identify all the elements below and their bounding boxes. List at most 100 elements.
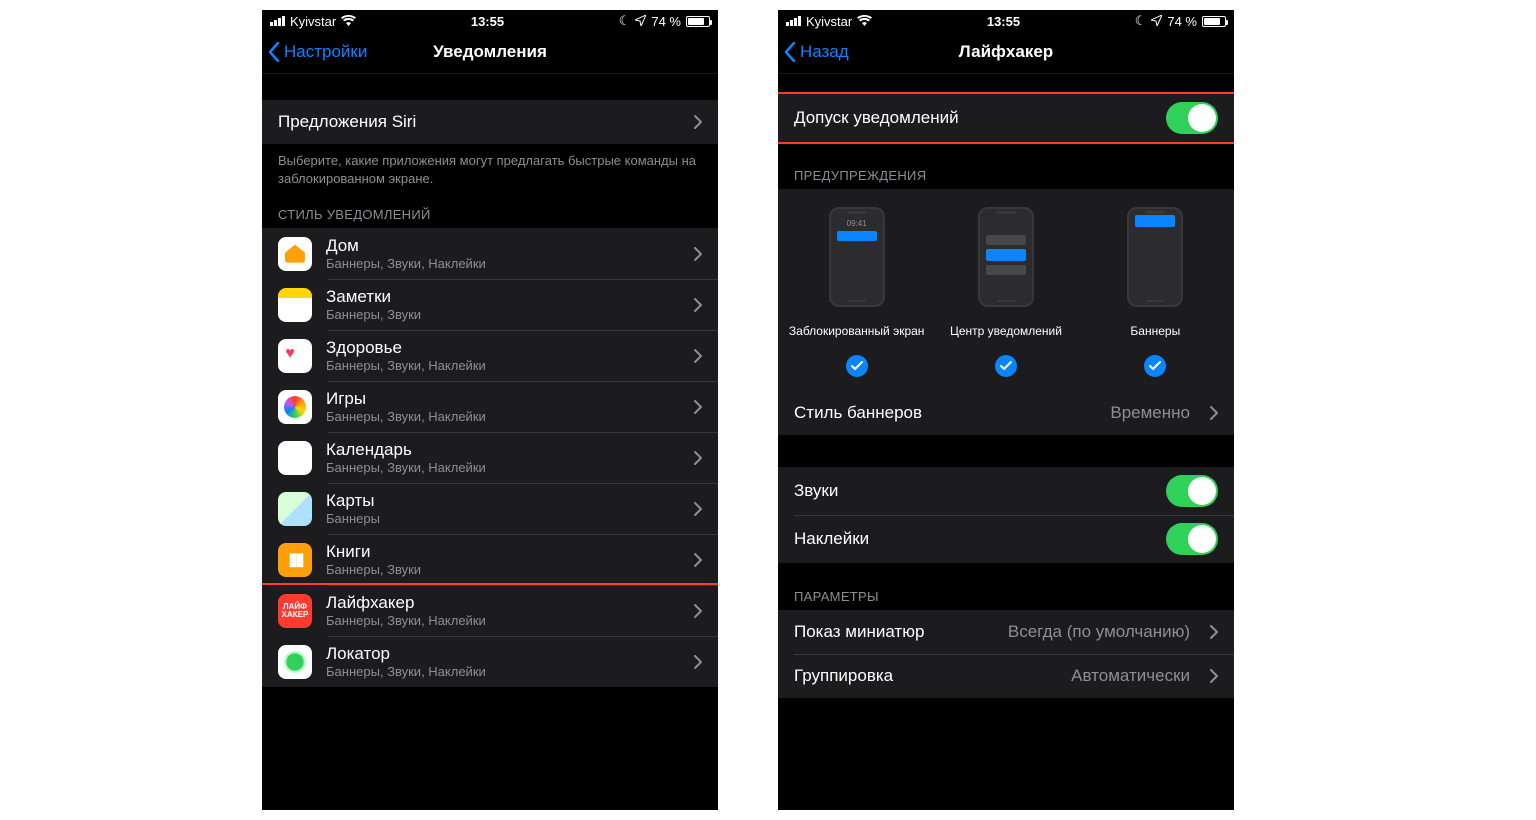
signal-icon: [786, 16, 801, 26]
app-icon: ЛАЙФ ХАКЕР: [278, 594, 312, 628]
app-row-локатор[interactable]: ЛокаторБаннеры, Звуки, Наклейки: [262, 636, 718, 687]
allow-notifications-toggle[interactable]: [1166, 102, 1218, 134]
lockscreen-label: Заблокированный экран: [789, 317, 925, 345]
wifi-icon: [341, 14, 356, 29]
app-row-книги[interactable]: КнигиБаннеры, Звуки: [262, 534, 718, 585]
moon-icon: ☾: [1135, 13, 1147, 29]
sounds-toggle[interactable]: [1166, 475, 1218, 507]
sounds-row[interactable]: Звуки: [778, 467, 1234, 515]
siri-footer: Выберите, какие приложения могут предлаг…: [262, 144, 718, 193]
check-icon[interactable]: [846, 355, 868, 377]
back-button[interactable]: Настройки: [262, 42, 367, 62]
chevron-right-icon: [694, 247, 702, 261]
banner-style-value: Временно: [1110, 403, 1190, 423]
app-row-лайфхакер[interactable]: ЛАЙФ ХАКЕР ЛайфхакерБаннеры, Звуки, Накле…: [262, 585, 718, 636]
nav-bar: Назад Лайфхакер: [778, 30, 1234, 74]
app-sub: Баннеры, Звуки: [326, 307, 680, 322]
app-icon: [278, 237, 312, 271]
app-name: Лайфхакер: [326, 593, 680, 613]
chevron-right-icon: [694, 604, 702, 618]
app-name: Заметки: [326, 287, 680, 307]
app-name: Книги: [326, 542, 680, 562]
back-button[interactable]: Назад: [778, 42, 849, 62]
phone-right: Kyivstar 13:55 ☾ 74 % Назад Лайфхакер До…: [778, 10, 1234, 810]
carrier-label: Kyivstar: [806, 14, 852, 29]
sounds-label: Звуки: [794, 481, 1152, 501]
preview-notification-center[interactable]: Центр уведомлений: [932, 207, 1080, 377]
chevron-right-icon: [1210, 406, 1218, 420]
grouping-row[interactable]: Группировка Автоматически: [778, 654, 1234, 698]
app-row-карты[interactable]: КартыБаннеры: [262, 483, 718, 534]
app-row-дом[interactable]: ДомБаннеры, Звуки, Наклейки: [262, 228, 718, 279]
grouping-label: Группировка: [794, 666, 1057, 686]
siri-label: Предложения Siri: [278, 112, 680, 132]
chevron-right-icon: [694, 349, 702, 363]
app-sub: Баннеры: [326, 511, 680, 526]
status-bar: Kyivstar 13:55 ☾ 74 %: [262, 10, 718, 30]
app-sub: Баннеры, Звуки, Наклейки: [326, 664, 680, 679]
app-name: Игры: [326, 389, 680, 409]
nav-bar: Настройки Уведомления: [262, 30, 718, 74]
chevron-right-icon: [694, 298, 702, 312]
style-header: СТИЛЬ УВЕДОМЛЕНИЙ: [262, 193, 718, 228]
app-sub: Баннеры, Звуки, Наклейки: [326, 409, 680, 424]
status-time: 13:55: [471, 14, 504, 29]
signal-icon: [270, 16, 285, 26]
allow-label: Допуск уведомлений: [794, 108, 1152, 128]
app-sub: Баннеры, Звуки, Наклейки: [326, 613, 680, 628]
status-time: 13:55: [987, 14, 1020, 29]
app-icon: [278, 543, 312, 577]
phone-left: Kyivstar 13:55 ☾ 74 % Настройки Уведомле…: [262, 10, 718, 810]
app-icon: [278, 645, 312, 679]
app-name: Календарь: [326, 440, 680, 460]
allow-notifications-row[interactable]: Допуск уведомлений: [778, 94, 1234, 142]
back-label: Назад: [800, 42, 849, 62]
app-row-календарь[interactable]: КалендарьБаннеры, Звуки, Наклейки: [262, 432, 718, 483]
badges-toggle[interactable]: [1166, 523, 1218, 555]
banner-style-label: Стиль баннеров: [794, 403, 1096, 423]
app-row-здоровье[interactable]: ЗдоровьеБаннеры, Звуки, Наклейки: [262, 330, 718, 381]
carrier-label: Kyivstar: [290, 14, 336, 29]
app-sub: Баннеры, Звуки, Наклейки: [326, 256, 680, 271]
preview-lockscreen[interactable]: 09:41 Заблокированный экран: [783, 207, 931, 377]
app-sub: Баннеры, Звуки, Наклейки: [326, 358, 680, 373]
app-icon: [278, 441, 312, 475]
chevron-right-icon: [694, 451, 702, 465]
preview-banners[interactable]: Баннеры: [1081, 207, 1229, 377]
badges-label: Наклейки: [794, 529, 1152, 549]
banners-label: Баннеры: [1130, 317, 1180, 345]
location-icon: [1151, 14, 1162, 29]
show-previews-row[interactable]: Показ миниатюр Всегда (по умолчанию): [778, 610, 1234, 654]
options-header: ПАРАМЕТРЫ: [778, 563, 1234, 610]
app-icon: [278, 288, 312, 322]
chevron-right-icon: [1210, 669, 1218, 683]
alerts-header: ПРЕДУПРЕЖДЕНИЯ: [778, 142, 1234, 189]
app-row-заметки[interactable]: ЗаметкиБаннеры, Звуки: [262, 279, 718, 330]
app-row-игры[interactable]: ИгрыБаннеры, Звуки, Наклейки: [262, 381, 718, 432]
check-icon[interactable]: [995, 355, 1017, 377]
chevron-right-icon: [694, 400, 702, 414]
grouping-value: Автоматически: [1071, 666, 1190, 686]
battery-icon: [1202, 16, 1226, 27]
app-name: Карты: [326, 491, 680, 511]
chevron-right-icon: [1210, 625, 1218, 639]
app-name: Дом: [326, 236, 680, 256]
location-icon: [635, 14, 646, 29]
siri-suggestions-row[interactable]: Предложения Siri: [262, 100, 718, 144]
preview-time: 09:41: [831, 219, 883, 228]
previews-label: Показ миниатюр: [794, 622, 994, 642]
back-label: Настройки: [284, 42, 367, 62]
check-icon[interactable]: [1144, 355, 1166, 377]
nc-label: Центр уведомлений: [950, 317, 1062, 345]
app-sub: Баннеры, Звуки: [326, 562, 680, 577]
chevron-right-icon: [694, 115, 702, 129]
app-name: Здоровье: [326, 338, 680, 358]
app-icon: [278, 339, 312, 373]
previews-value: Всегда (по умолчанию): [1008, 622, 1190, 642]
chevron-right-icon: [694, 502, 702, 516]
banner-style-row[interactable]: Стиль баннеров Временно: [778, 391, 1234, 435]
battery-icon: [686, 16, 710, 27]
badges-row[interactable]: Наклейки: [778, 515, 1234, 563]
app-name: Локатор: [326, 644, 680, 664]
wifi-icon: [857, 14, 872, 29]
